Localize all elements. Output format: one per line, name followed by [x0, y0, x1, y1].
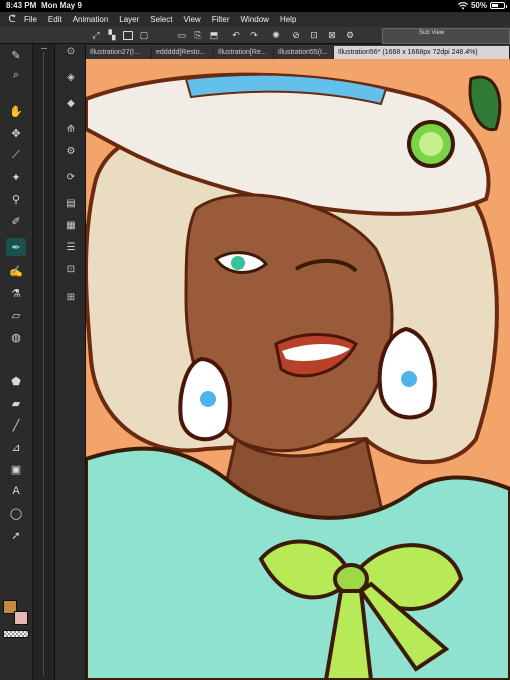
fill-icon[interactable]: ⬟ [6, 372, 26, 390]
menu-window[interactable]: Window [241, 15, 269, 24]
menu-filter[interactable]: Filter [212, 15, 230, 24]
redo-arrow-icon[interactable]: ↷ [248, 29, 260, 41]
frame-icon[interactable]: ▣ [6, 460, 26, 478]
menu-file[interactable]: File [24, 15, 37, 24]
eyedropper-icon[interactable]: ⟋ [6, 146, 26, 164]
brush-size-icon[interactable]: ⟳ [64, 170, 78, 184]
transparent-color-swatch[interactable] [3, 630, 29, 638]
menu-select[interactable]: Select [150, 15, 172, 24]
panel-icon-strip: ⊙ ◈ ◆ ⟰ ⚙ ⟳ ▤ ▦ ☰ ⊡ ⊞ [55, 44, 86, 680]
tool-palette: ✎ ⌕ ✋ ✥ ⟋ ✦ ⚲ ✐ ✒ ✍ ⚗ ▱ ◍ ⬟ ▰ ╱ ⊿ ▣ A ◯ ➚ [0, 44, 33, 680]
canvas-tab-active[interactable]: Illustration56* (1668 x 1668px 72dpi 248… [334, 46, 510, 59]
pencil-icon[interactable]: ✐ [6, 212, 26, 230]
sub-view-panel[interactable]: Sub View [382, 28, 510, 44]
layer-stack-icon[interactable]: ◈ [64, 70, 78, 84]
search-icon[interactable]: ⊙ [64, 44, 78, 58]
fill-icon[interactable]: ⊠ [326, 29, 338, 41]
layer-property-icon[interactable]: ▦ [64, 218, 78, 232]
history-icon[interactable]: ☰ [64, 240, 78, 254]
canvas-tab[interactable]: Illustration27(I... [86, 46, 152, 59]
navigator-icon[interactable]: ▤ [64, 196, 78, 210]
balloon-icon[interactable]: ◯ [6, 504, 26, 522]
clear-icon[interactable]: ⊘ [290, 29, 302, 41]
canvas-tab[interactable]: eddddd[Resto... [152, 46, 214, 59]
undo-icon[interactable]: ⬒ [208, 29, 220, 41]
open-icon[interactable]: ▢ [138, 29, 150, 41]
sub-tool-palette [33, 44, 55, 680]
menu-view[interactable]: View [184, 15, 201, 24]
airbrush-icon[interactable]: ⚗ [6, 284, 26, 302]
sub-tool-handle[interactable] [41, 48, 47, 49]
canvas-tab[interactable]: Illustration[Re... [214, 46, 274, 59]
sub-tool-divider [43, 52, 44, 676]
hand-icon[interactable]: ✋ [6, 102, 26, 120]
sub-view-title: Sub View [419, 30, 445, 36]
status-time: 8:43 PM [6, 1, 37, 10]
battery-icon [490, 2, 507, 9]
brush-pen-icon[interactable]: ✒ [6, 238, 26, 256]
gradient-icon[interactable]: ▰ [6, 394, 26, 412]
sub-tool-detail-icon[interactable]: ⊞ [64, 290, 78, 304]
auto-action-icon[interactable]: ⚙ [64, 144, 78, 158]
battery-fill [492, 4, 498, 7]
settings-icon[interactable]: ⚙ [344, 29, 356, 41]
ruler-icon[interactable]: ⊿ [6, 438, 26, 456]
clip-studio-logo-icon[interactable]: ᕦ [0, 14, 24, 25]
correct-line-icon[interactable]: ➚ [6, 526, 26, 544]
menu-edit[interactable]: Edit [48, 15, 62, 24]
loading-icon[interactable]: ✺ [270, 29, 282, 41]
pipette-icon[interactable]: ⚲ [6, 190, 26, 208]
shape-icon[interactable]: ╱ [6, 416, 26, 434]
drawing-canvas[interactable] [86, 59, 510, 680]
crop-icon[interactable]: ⊡ [308, 29, 320, 41]
layers-icon[interactable]: ◆ [64, 96, 78, 110]
battery-percent: 50% [470, 1, 487, 10]
magic-wand-icon[interactable]: ✦ [6, 168, 26, 186]
eraser-icon[interactable]: ▱ [6, 306, 26, 324]
canvas-tab[interactable]: Illustration55(I... [274, 46, 334, 59]
status-right: 50% [457, 1, 507, 10]
save-icon[interactable]: ▭ [176, 29, 188, 41]
status-date: Mon May 9 [41, 1, 82, 10]
menu-help[interactable]: Help [280, 15, 296, 24]
command-bar: ⤢ ▚ ▢ ▭ ⎘ ⬒ ↶ ↷ ✺ ⊘ ⊡ ⊠ ⚙ Sub View [0, 27, 510, 44]
illustration-artwork [86, 59, 510, 680]
export-icon[interactable]: ⎘ [192, 29, 204, 41]
zoom-icon[interactable]: ⌕ [6, 66, 26, 84]
menu-animation[interactable]: Animation [73, 15, 109, 24]
select-icon[interactable]: ▚ [106, 29, 118, 41]
menu-layer[interactable]: Layer [119, 15, 139, 24]
material-icon[interactable]: ⟰ [64, 122, 78, 136]
text-icon[interactable]: A [6, 482, 26, 500]
layer-search-icon[interactable]: ⊡ [64, 262, 78, 276]
brush-icon[interactable]: ✍ [6, 262, 26, 280]
sub-color-swatch[interactable] [14, 611, 28, 625]
new-file-icon[interactable] [122, 29, 134, 41]
status-bar: 8:43 PM Mon May 9 50% [0, 0, 510, 12]
pen-icon[interactable]: ✎ [6, 46, 26, 64]
redo-icon[interactable]: ↶ [230, 29, 242, 41]
move-icon[interactable]: ✥ [6, 124, 26, 142]
transform-icon[interactable]: ⤢ [90, 29, 102, 41]
canvas-tab-bar: Illustration27(I... eddddd[Resto... Illu… [86, 45, 510, 59]
menu-bar: ᕦ File Edit Animation Layer Select View … [0, 12, 510, 27]
blend-icon[interactable]: ◍ [6, 328, 26, 346]
wifi-icon [457, 1, 468, 9]
